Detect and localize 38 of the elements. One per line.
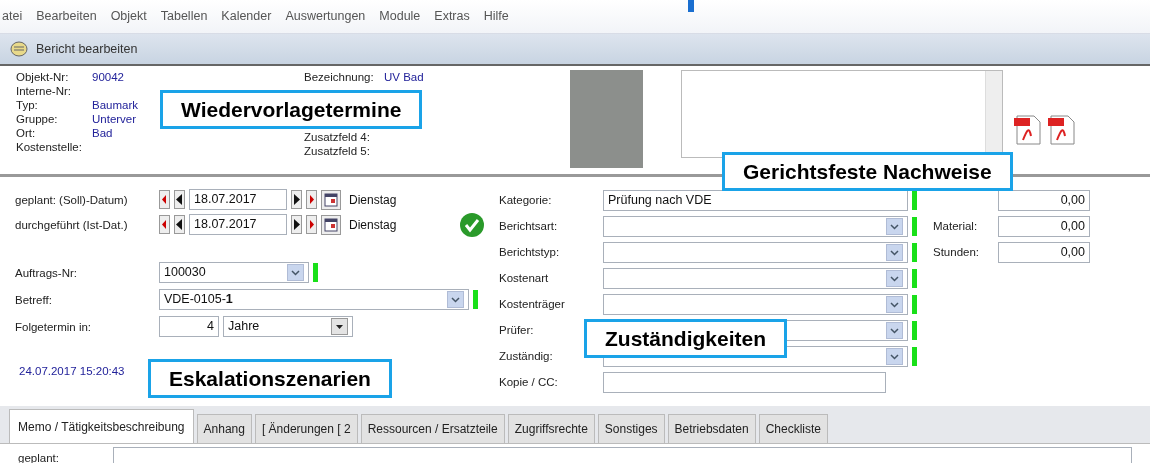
field-label: Interne-Nr: (16, 84, 72, 98)
field-label: Berichtstyp: (499, 245, 561, 259)
field-label: Auftrags-Nr: (15, 265, 78, 280)
field-label: Kostenart (499, 271, 550, 285)
field-label: Kostenträger (499, 297, 566, 311)
callout-tooltip: Zuständigkeiten (584, 319, 788, 359)
field-label: Kopie / CC: (499, 375, 559, 389)
field-label: Zusatzfeld 4: (304, 130, 371, 144)
field-value: Baumark (92, 98, 139, 112)
field-value: UV Bad (384, 70, 424, 84)
field-value: Unterver (92, 112, 137, 126)
field-label: Ort: (16, 126, 37, 140)
field-label: Betreff: (15, 292, 53, 307)
field-label: Kategorie: (499, 193, 553, 207)
field-label: Prüfer: (499, 323, 535, 337)
field-label: Typ: (16, 98, 39, 112)
field-label: Stunden: (933, 245, 981, 259)
field-label: geplant: (18, 450, 60, 463)
field-label: Objekt-Nr: (16, 70, 70, 84)
field-value: Bad (92, 126, 113, 140)
field-label: Gruppe: (16, 112, 59, 126)
callout-tooltip: Eskalationszenarien (148, 359, 392, 399)
field-label: Zusatzfeld 5: (304, 144, 371, 158)
timestamp: 24.07.2017 15:20:43 (19, 364, 126, 378)
field-label: durchgeführt (Ist-Dat.) (15, 217, 129, 232)
field-label: Zuständig: (499, 349, 554, 363)
field-label: geplant: (Soll)-Datum) (15, 192, 129, 207)
callout-tooltip: Gerichtsfeste Nachweise (722, 152, 1013, 192)
field-label: Folgetermin in: (15, 319, 93, 334)
field-label: Bezeichnung: (304, 70, 375, 84)
field-label: Kostenstelle: (16, 140, 83, 154)
toolbar-title: Bericht bearbeiten (36, 40, 138, 58)
field-label: Material: (933, 219, 979, 233)
field-value: 90042 (92, 70, 124, 84)
field-label: Berichtsart: (499, 219, 559, 233)
callout-tooltip: Wiedervorlagetermine (160, 90, 423, 130)
weekday-label: Dienstag (349, 191, 397, 209)
weekday-label: Dienstag (349, 216, 397, 234)
